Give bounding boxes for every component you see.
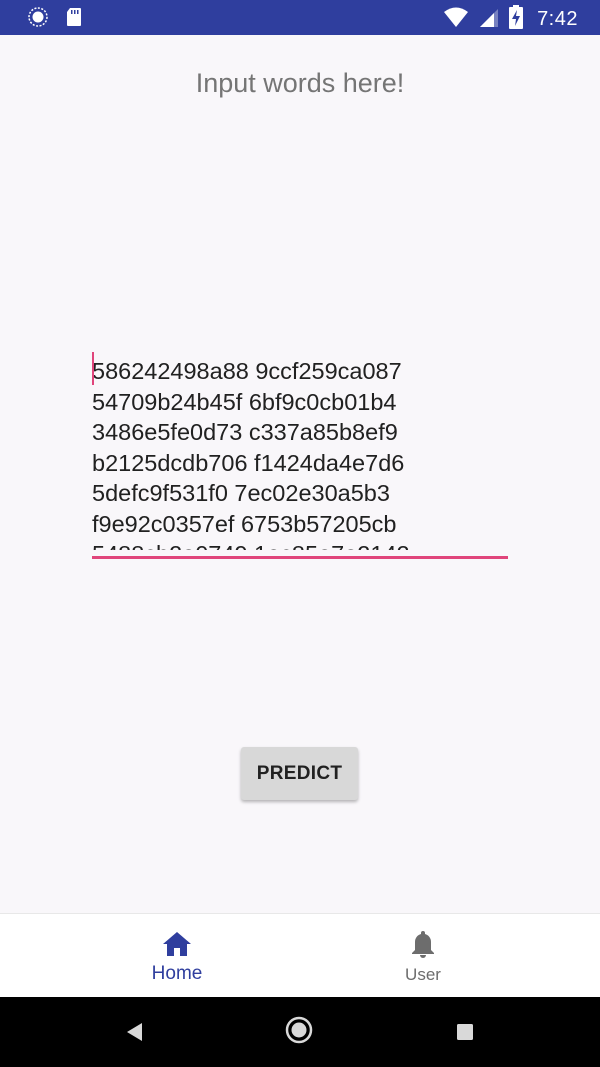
system-navigation-bar: [0, 997, 600, 1067]
home-icon: [162, 929, 192, 959]
words-input[interactable]: 586242498a88 9ccf259ca087 54709b24b45f 6…: [92, 352, 508, 550]
nav-label-user: User: [405, 965, 441, 984]
status-left-icons: [28, 7, 82, 32]
bell-icon: [410, 929, 436, 959]
sync-icon: [28, 7, 48, 32]
wifi-icon: [443, 6, 469, 33]
input-underline: [92, 556, 508, 559]
signal-icon: [479, 6, 499, 33]
status-right-icons: 7:42: [443, 5, 578, 34]
status-time: 7:42: [537, 8, 578, 30]
bottom-navigation: Home User: [0, 913, 600, 998]
recents-icon[interactable]: [450, 1017, 480, 1047]
back-icon[interactable]: [119, 1017, 149, 1047]
predict-button[interactable]: PREDICT: [241, 747, 358, 800]
status-bar: 7:42: [0, 0, 600, 35]
page-title: Input words here!: [195, 68, 405, 98]
battery-icon: [509, 5, 524, 34]
home-circle-icon[interactable]: [284, 1015, 314, 1045]
sd-card-icon: [66, 7, 82, 32]
nav-item-user[interactable]: User: [273, 914, 573, 998]
text-caret: [92, 352, 94, 385]
nav-label-home: Home: [151, 963, 203, 984]
app-screen: 7:42 Input words here! 586242498a88 9ccf…: [0, 0, 600, 1067]
